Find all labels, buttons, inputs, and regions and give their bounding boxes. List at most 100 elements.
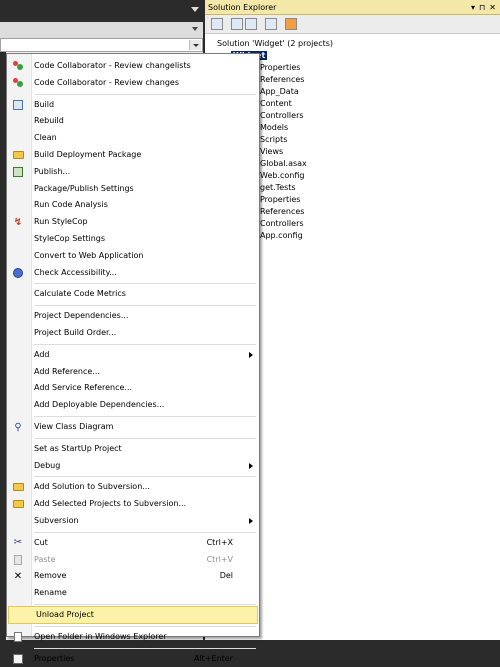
show-all-files-icon[interactable]	[231, 18, 243, 30]
view-class-diagram-icon[interactable]	[265, 18, 277, 30]
remove-icon: ✕	[13, 570, 23, 582]
member-combo[interactable]	[0, 38, 203, 52]
folder-icon	[12, 498, 24, 510]
menu-item-run-code-analysis[interactable]: Run Code Analysis	[7, 197, 259, 213]
tree-node[interactable]: Views	[260, 146, 283, 158]
menu-item-run-stylecop[interactable]: ↯ Run StyleCop	[7, 214, 259, 230]
menu-separator	[34, 93, 256, 95]
tree-node[interactable]: Scripts	[260, 134, 287, 146]
menu-item-label: Publish...	[34, 166, 71, 176]
menu-item-build-deployment-package[interactable]: Build Deployment Package	[7, 147, 259, 163]
menu-item-calculate-code-metrics[interactable]: Calculate Code Metrics	[7, 286, 259, 302]
tree-node[interactable]: App_Data	[260, 86, 299, 98]
menu-item-add-reference[interactable]: Add Reference...	[7, 364, 259, 380]
menu-item-label: Add Selected Projects to Subversion...	[34, 499, 187, 509]
open-folder-icon	[12, 631, 24, 643]
menu-item-view-class-diagram[interactable]: ⚲ View Class Diagram	[7, 419, 259, 435]
menu-item-add-service-reference[interactable]: Add Service Reference...	[7, 380, 259, 396]
tree-node[interactable]: Solution 'Widget' (2 projects)	[217, 38, 333, 50]
tree-node[interactable]: References	[260, 206, 304, 218]
menu-item-package-publish-settings[interactable]: Package/Publish Settings	[7, 181, 259, 197]
menu-item-debug[interactable]: Debug	[7, 458, 259, 474]
menu-item-add-selected-projects-to-subversion[interactable]: Add Selected Projects to Subversion...	[7, 496, 259, 512]
menu-item-build[interactable]: Build	[7, 97, 259, 113]
menu-item-add-solution-to-subversion[interactable]: Add Solution to Subversion...	[7, 479, 259, 495]
tree-node[interactable]: Controllers	[260, 110, 304, 122]
menu-item-label: Run Code Analysis	[34, 200, 108, 210]
tree-node[interactable]: Properties	[260, 62, 300, 74]
menu-item-cut[interactable]: ✂ Cut Ctrl+X	[7, 535, 259, 551]
folder-icon	[12, 481, 24, 493]
publish-icon	[12, 166, 24, 178]
menu-item-label: Subversion	[34, 516, 79, 525]
menu-item-project-dependencies[interactable]: Project Dependencies...	[7, 308, 259, 324]
combo-dropdown-icon[interactable]	[189, 40, 201, 50]
menu-item-label: Unload Project	[36, 610, 94, 619]
auto-hide-pin-icon[interactable]: ⊓	[479, 3, 485, 12]
menu-item-shortcut: Alt+Enter	[193, 653, 233, 663]
menu-separator	[34, 476, 256, 478]
menu-item-set-as-startup-project[interactable]: Set as StartUp Project	[7, 441, 259, 457]
menu-separator	[34, 626, 256, 627]
menu-item-label: StyleCop Settings	[34, 234, 106, 243]
pending-changes-icon[interactable]	[285, 18, 297, 30]
chevron-down-icon[interactable]	[192, 27, 198, 31]
menu-item-label: Set as StartUp Project	[34, 443, 122, 453]
menu-item-label: Package/Publish Settings	[34, 183, 134, 193]
menu-item-code-collaborator-review-changelists[interactable]: Code Collaborator - Review changelists	[7, 58, 259, 74]
properties-tool-icon[interactable]	[211, 18, 223, 30]
menu-item-paste: Paste Ctrl+V	[7, 552, 259, 568]
menu-item-properties[interactable]: Properties Alt+Enter	[7, 651, 259, 667]
menu-separator	[34, 437, 256, 439]
menu-item-label: View Class Diagram	[34, 422, 114, 431]
submenu-arrow-icon	[249, 351, 253, 358]
tab-dropdown-icon[interactable]	[191, 7, 199, 12]
menu-item-publish[interactable]: Publish...	[7, 164, 259, 180]
menu-item-label: Code Collaborator - Review changelists	[34, 61, 191, 70]
menu-item-label: Add Solution to Subversion...	[34, 482, 150, 492]
tree-node[interactable]: App.config	[260, 230, 303, 242]
menu-item-label: Add Reference...	[34, 366, 100, 376]
tree-node[interactable]: Models	[260, 122, 288, 134]
menu-item-project-build-order[interactable]: Project Build Order...	[7, 325, 259, 341]
menu-item-clean[interactable]: Clean	[7, 130, 259, 146]
menu-item-subversion[interactable]: Subversion	[7, 513, 259, 529]
menu-item-convert-to-web-application[interactable]: Convert to Web Application	[7, 248, 259, 264]
menu-separator	[34, 283, 256, 285]
tree-node[interactable]: Controllers	[260, 218, 304, 230]
menu-item-shortcut: Del	[219, 571, 233, 581]
menu-item-label: Add Service Reference...	[34, 383, 133, 393]
menu-item-rename[interactable]: Rename	[7, 585, 259, 601]
menu-item-shortcut: Ctrl+X	[206, 537, 233, 547]
tree-node[interactable]: Global.asax	[260, 158, 307, 170]
menu-item-add-deployable-dependencies[interactable]: Add Deployable Dependencies...	[7, 397, 259, 413]
menu-item-label: Convert to Web Application	[34, 250, 144, 260]
menu-item-code-collaborator-review-changes[interactable]: Code Collaborator - Review changes	[7, 75, 259, 91]
close-icon[interactable]: ✕	[489, 3, 496, 12]
window-position-icon[interactable]: ▾	[471, 3, 475, 12]
menu-item-remove[interactable]: ✕ Remove Del	[7, 568, 259, 584]
tree-node-label: References	[260, 207, 305, 216]
tree-node-label: Controllers	[260, 219, 304, 228]
tree-node-label: Global.asax	[260, 159, 307, 168]
menu-item-unload-project[interactable]: Unload Project	[8, 606, 258, 624]
tree-node[interactable]: get.Tests	[260, 182, 296, 194]
editor-navigation-bar	[0, 22, 203, 38]
tree-node[interactable]: Content	[260, 98, 292, 110]
package-icon	[12, 149, 24, 161]
menu-item-stylecop-settings[interactable]: StyleCop Settings	[7, 231, 259, 247]
menu-item-open-folder-in-windows-explorer[interactable]: Open Folder in Windows Explorer	[7, 629, 259, 645]
tree-node[interactable]: Web.config	[260, 170, 304, 182]
menu-item-check-accessibility[interactable]: Check Accessibility...	[7, 265, 259, 281]
tree-node[interactable]: References	[260, 74, 304, 86]
menu-item-label: Build Deployment Package	[34, 150, 142, 159]
menu-item-label: Rebuild	[34, 116, 64, 126]
tree-node[interactable]: Properties	[260, 194, 300, 206]
menu-item-add[interactable]: Add	[7, 347, 259, 363]
menu-item-label: Properties	[34, 653, 75, 663]
solution-explorer-titlebar: Solution Explorer ▾ ⊓ ✕	[205, 0, 500, 15]
refresh-icon[interactable]	[245, 18, 257, 30]
menu-item-label: Remove	[34, 571, 67, 581]
menu-separator	[34, 343, 256, 345]
menu-item-rebuild[interactable]: Rebuild	[7, 113, 259, 129]
